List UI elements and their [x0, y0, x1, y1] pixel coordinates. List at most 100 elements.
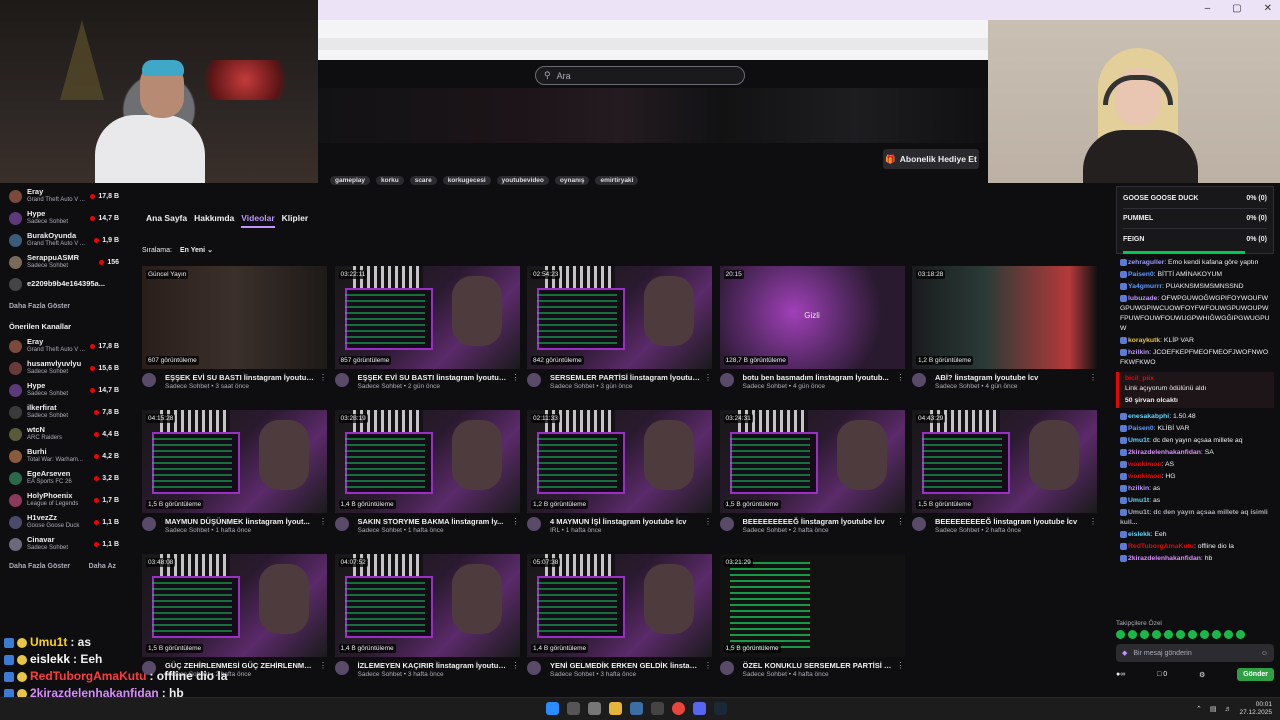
tab-videos[interactable]: Videolar [241, 213, 275, 228]
video-title[interactable]: 4 MAYMUN İŞİ İinstagram İyoutube İcv [550, 517, 700, 526]
video-thumbnail[interactable]: 20:15 Gizli 128,7 B görüntüleme [719, 266, 905, 369]
more-options-icon[interactable]: ⋮ [512, 661, 520, 678]
sidebar-channel[interactable]: HolyPhoenix League of Legends 1,7 B [0, 489, 125, 511]
bits-icon[interactable]: ◆ [1122, 649, 1127, 657]
video-thumbnail[interactable]: 03:22:11 857 görüntüleme [334, 266, 520, 369]
emote-row[interactable] [1116, 630, 1274, 639]
minimize-button[interactable]: – [1205, 3, 1211, 14]
video-card[interactable]: Güncel Yayın 607 görüntüleme EŞŞEK EVİ S… [142, 266, 327, 390]
avatar[interactable] [527, 517, 541, 531]
sidebar-channel[interactable]: Eray Grand Theft Auto V ... 17,8 B [0, 335, 125, 357]
settings-gear-icon[interactable]: ⚙ [1199, 671, 1205, 679]
video-title[interactable]: MAYMUN DÜŞÜNMEK İinstagram İyout... [165, 517, 315, 526]
video-card[interactable]: 02:11:33 1,2 B görüntüleme 4 MAYMUN İŞİ … [527, 410, 712, 534]
send-button[interactable]: Gönder [1237, 668, 1274, 681]
chat-username[interactable]: RedTuborgAmaKutu [1128, 543, 1194, 550]
video-card[interactable]: 04:07:52 1,4 B görüntüleme İZLEMEYEN KAÇ… [334, 554, 520, 678]
sidebar-channel[interactable]: Hype Sadece Sohbet 14,7 B [0, 207, 125, 229]
sidebar-channel[interactable]: Burhi Total War: Warham... 4,2 B [0, 445, 125, 467]
avatar[interactable] [334, 517, 349, 531]
emote-picker-icon[interactable]: ☺ [1261, 650, 1268, 657]
chat-username[interactable]: Paisen0 [1128, 425, 1154, 432]
video-thumbnail[interactable]: 03:28:19 1,4 B görüntüleme [334, 410, 520, 513]
chat-username[interactable]: Umu1t [1128, 437, 1149, 444]
chat-username[interactable]: zehraguller [1128, 259, 1164, 266]
prediction-option[interactable]: FEIGN 0% (0) [1123, 229, 1267, 249]
chat-username[interactable]: Paisen0 [1128, 271, 1154, 278]
sidebar-channel[interactable]: husamvlyuvlyu Sadece Sohbet 15,6 B [0, 357, 125, 379]
video-title[interactable]: BEEEEEEEEEĞ İinstagram İyoutube İcv [743, 517, 893, 526]
video-title[interactable]: BEEEEEEEEEĞ İinstagram İyoutube İcv [935, 517, 1085, 526]
tray-chevron-icon[interactable]: ⌃ [1196, 705, 1202, 713]
video-title[interactable]: EŞŞEK EVİ SU BASTI İinstagram İyoutub... [165, 373, 315, 382]
task-view-icon[interactable] [588, 702, 601, 715]
chat-tools-icon[interactable]: ●∞ [1116, 671, 1125, 678]
video-thumbnail[interactable]: 03:18:28 1,2 B görüntüleme [912, 266, 1097, 369]
video-thumbnail[interactable]: 03:24:31 1,5 B görüntüleme [719, 410, 905, 513]
avatar[interactable] [719, 517, 734, 531]
sidebar-channel[interactable]: Eray Grand Theft Auto V ... 17,8 B [0, 185, 125, 207]
chat-username[interactable]: lubuzade [1128, 295, 1157, 302]
tag[interactable]: scare [409, 176, 437, 185]
sidebar-channel[interactable]: e2209b9b4e164395a... [0, 273, 125, 295]
avatar[interactable] [719, 373, 734, 387]
more-options-icon[interactable]: ⋮ [1089, 517, 1097, 534]
points-display[interactable]: □ 0 [1157, 671, 1167, 678]
video-title[interactable]: botu ben basmadım İinstagram İyoutub... [743, 373, 893, 382]
avatar[interactable] [912, 517, 926, 531]
prediction-option[interactable]: GOOSE GOOSE DUCK 0% (0) [1123, 189, 1267, 209]
video-thumbnail[interactable]: Güncel Yayın 607 görüntüleme [142, 266, 327, 369]
start-icon[interactable] [546, 702, 559, 715]
maximize-button[interactable]: ▢ [1232, 3, 1241, 14]
sidebar-channel[interactable]: Cinavar Sadece Sohbet 1,1 B [0, 533, 125, 555]
video-card[interactable]: 04:43:29 1,5 B görüntüleme BEEEEEEEEEĞ İ… [912, 410, 1097, 534]
chat-username[interactable]: hzilkin [1128, 349, 1149, 356]
tag[interactable]: emirtiryaki [595, 176, 639, 185]
more-options-icon[interactable]: ⋮ [319, 373, 327, 390]
more-options-icon[interactable]: ⋮ [704, 373, 712, 390]
chat-username[interactable]: 2kirazdelenhakanfidan [1128, 449, 1201, 456]
video-thumbnail[interactable]: 04:15:28 1,5 B görüntüleme [142, 410, 327, 513]
video-thumbnail[interactable]: 02:54:23 842 görüntüleme [527, 266, 712, 369]
video-thumbnail[interactable]: 02:11:33 1,2 B görüntüleme [527, 410, 712, 513]
more-options-icon[interactable]: ⋮ [319, 661, 327, 678]
show-more-link[interactable]: Daha Fazla Göster [9, 563, 70, 570]
discord-icon[interactable] [693, 702, 706, 715]
chat-username[interactable]: wonkimon [1128, 461, 1162, 468]
avatar[interactable] [527, 373, 541, 387]
chat-username[interactable]: koraykutk [1128, 337, 1160, 344]
video-card[interactable]: 04:15:28 1,5 B görüntüleme MAYMUN DÜŞÜNM… [142, 410, 327, 534]
more-options-icon[interactable]: ⋮ [897, 517, 905, 534]
chat-username[interactable]: Ya4gmurrr [1128, 283, 1162, 290]
obs-icon[interactable] [651, 702, 664, 715]
video-card[interactable]: 03:24:31 1,5 B görüntüleme BEEEEEEEEEĞ İ… [719, 410, 905, 534]
app-icon[interactable] [630, 702, 643, 715]
chat-username[interactable]: 2kirazdelenhakanfidan [1128, 555, 1201, 562]
more-options-icon[interactable]: ⋮ [704, 517, 712, 534]
video-card[interactable]: 02:54:23 842 görüntüleme SERSEMLER PARTİ… [527, 266, 712, 390]
tab-home[interactable]: Ana Sayfa [146, 213, 187, 228]
video-thumbnail[interactable]: 04:07:52 1,4 B görüntüleme [334, 554, 520, 657]
video-card[interactable]: 20:15 Gizli 128,7 B görüntüleme botu ben… [719, 266, 905, 390]
network-icon[interactable]: ▤ [1210, 705, 1217, 713]
prediction-option[interactable]: PUMMEL 0% (0) [1123, 209, 1267, 229]
more-options-icon[interactable]: ⋮ [512, 517, 520, 534]
chat-username[interactable]: wonkimon [1128, 473, 1162, 480]
tag[interactable]: youtubevideo [496, 176, 549, 185]
more-options-icon[interactable]: ⋮ [897, 661, 905, 678]
avatar[interactable] [334, 373, 349, 387]
video-card[interactable]: 03:22:11 857 görüntüleme EŞŞEK EVİ SU BA… [334, 266, 520, 390]
more-options-icon[interactable]: ⋮ [1089, 373, 1097, 390]
video-card[interactable]: 05:07:38 1,4 B görüntüleme YENİ GELMEDİK… [527, 554, 712, 678]
tag[interactable]: korkugecesi [442, 176, 491, 185]
sidebar-channel[interactable]: SerappuASMR Sadece Sohbet 156 [0, 251, 125, 273]
sidebar-channel[interactable]: wtcN ARC Raiders 4,4 B [0, 423, 125, 445]
more-options-icon[interactable]: ⋮ [897, 373, 905, 390]
chat-username[interactable]: Umu1t: dc den yayın açsaa millete aq isi… [1120, 509, 1268, 526]
gift-subscription-button[interactable]: 🎁 Abonelik Hediye Et [883, 149, 979, 169]
video-card[interactable]: 03:18:28 1,2 B görüntüleme ABİ? İinstagr… [912, 266, 1097, 390]
more-options-icon[interactable]: ⋮ [512, 373, 520, 390]
avatar[interactable] [142, 373, 156, 387]
avatar[interactable] [527, 661, 541, 675]
video-thumbnail[interactable]: 04:43:29 1,5 B görüntüleme [912, 410, 1097, 513]
